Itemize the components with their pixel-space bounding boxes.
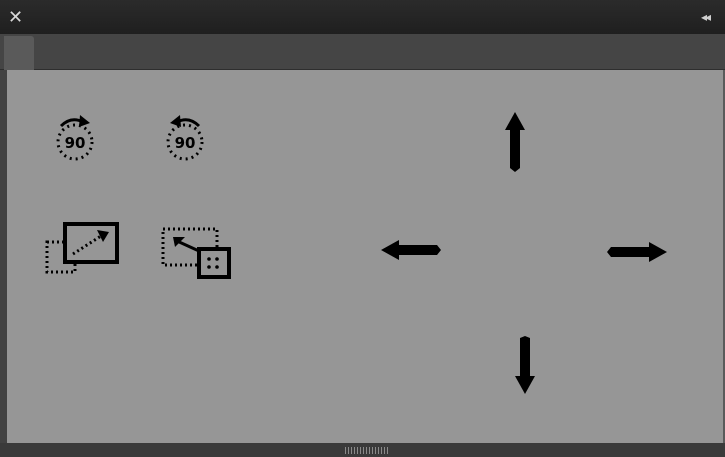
arrow-left-icon — [381, 240, 441, 260]
resize-grip[interactable] — [345, 447, 389, 454]
rotate-counterclockwise-90-icon: 90 — [166, 115, 204, 161]
collapse-panel-button[interactable]: ◂◂ — [701, 8, 721, 26]
rotate-clockwise-90-button[interactable]: 90 — [47, 110, 103, 170]
arrow-down-icon — [515, 336, 535, 394]
move-left-button[interactable] — [379, 238, 441, 262]
rotate-clockwise-label: 90 — [65, 134, 86, 152]
move-down-button[interactable] — [513, 336, 537, 396]
transform-tools: 90 90 — [7, 70, 723, 443]
close-icon: ✕ — [8, 7, 24, 27]
rotate-counterclockwise-label: 90 — [175, 134, 196, 152]
status-bar — [0, 443, 725, 457]
close-button[interactable]: ✕ — [8, 6, 30, 28]
rotate-counterclockwise-90-button[interactable]: 90 — [157, 110, 213, 170]
scale-icon — [45, 222, 119, 274]
arrow-up-icon — [505, 112, 525, 172]
arrow-right-icon — [607, 242, 667, 262]
reduce-button[interactable] — [159, 225, 235, 281]
move-up-button[interactable] — [503, 110, 527, 172]
tab-bar — [0, 34, 725, 70]
title-bar: ✕ ◂◂ — [0, 0, 725, 34]
reduce-icon — [161, 227, 231, 279]
move-right-button[interactable] — [607, 240, 669, 264]
scale-button[interactable] — [45, 220, 125, 278]
panel-tab[interactable] — [4, 36, 34, 70]
collapse-icon: ◂◂ — [701, 10, 711, 24]
panel: ✕ ◂◂ 90 90 — [0, 0, 725, 457]
rotate-clockwise-90-icon: 90 — [56, 115, 94, 161]
